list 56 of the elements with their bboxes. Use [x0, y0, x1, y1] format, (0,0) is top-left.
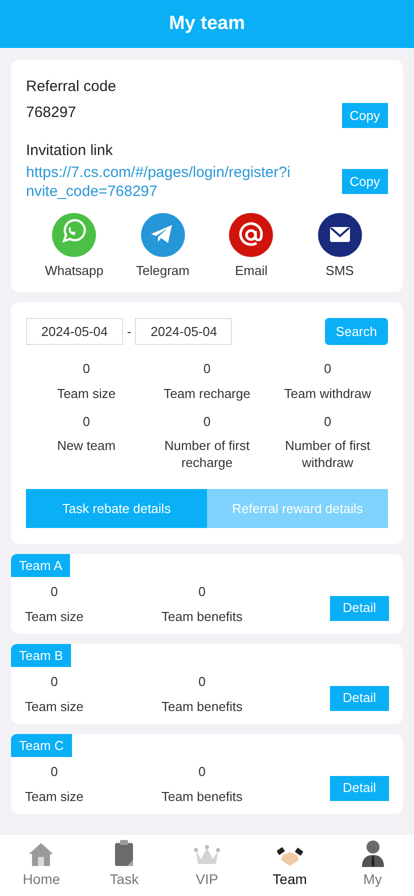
person-icon	[360, 839, 385, 867]
stat-label: Team recharge	[162, 384, 252, 402]
team-tag: Team C	[11, 734, 72, 757]
field-label: Invitation link	[26, 141, 114, 161]
team-benefits-value: 0	[198, 583, 206, 601]
date-field[interactable]: 2024-05-04	[26, 318, 123, 345]
nav-tab[interactable]: Task	[82, 835, 166, 896]
page-title: My team	[168, 12, 246, 36]
search-button[interactable]: Search	[324, 318, 388, 345]
stat-label: Team size	[56, 384, 117, 402]
nav-tab[interactable]: Team	[248, 835, 332, 896]
stat-label: Number of first withdraw	[284, 437, 372, 471]
team-tag: Team B	[11, 644, 72, 667]
team-size-label: Team size	[25, 698, 84, 716]
stat-value: 0	[324, 360, 332, 378]
nav-tab[interactable]: VIP	[166, 835, 248, 896]
team-benefits-label: Team benefits	[162, 788, 242, 806]
stat-value: 0	[82, 360, 90, 378]
team-size-label: Team size	[25, 608, 84, 626]
share-button[interactable]: Whatsapp	[34, 212, 114, 280]
copy-button[interactable]: Copy	[342, 168, 388, 194]
details-tab[interactable]: Task rebate details	[26, 489, 207, 528]
team-tag: Team A	[11, 554, 70, 577]
stat-value: 0	[203, 412, 211, 430]
field-label: Referral code	[26, 77, 118, 97]
stat-label: New team	[56, 437, 117, 454]
handshake-icon	[276, 847, 303, 867]
detail-button[interactable]: Detail	[330, 686, 389, 710]
team-size-label: Team size	[25, 788, 84, 806]
nav-tab[interactable]: Home	[0, 835, 83, 896]
date-field[interactable]: 2024-05-04	[135, 318, 232, 345]
team-benefits-value: 0	[198, 763, 206, 781]
stat-label: Team withdraw	[283, 384, 372, 402]
team-size-value: 0	[50, 673, 58, 691]
referral-code: 768297	[26, 103, 76, 123]
detail-button[interactable]: Detail	[330, 596, 389, 620]
stat-value: 0	[82, 412, 90, 430]
team-benefits-label: Team benefits	[162, 608, 242, 626]
stat-value: 0	[203, 360, 211, 378]
invitation-link[interactable]: https://7.cs.com/#/pages/login/register?invite_code=768297	[26, 162, 298, 200]
clipboard-icon	[113, 839, 136, 867]
stat-label: Number of first recharge	[163, 437, 251, 471]
crown-icon	[194, 845, 220, 867]
team-size-value: 0	[50, 763, 58, 781]
date-separator: -	[127, 322, 132, 341]
share-button[interactable]: SMS	[300, 212, 380, 280]
stat-value: 0	[324, 412, 332, 430]
detail-button[interactable]: Detail	[330, 776, 389, 800]
nav-tab[interactable]: My	[331, 835, 414, 896]
team-size-value: 0	[50, 583, 58, 601]
copy-button[interactable]: Copy	[342, 102, 388, 128]
house-icon	[27, 841, 56, 867]
team-benefits-value: 0	[198, 673, 206, 691]
team-benefits-label: Team benefits	[162, 698, 242, 716]
share-button[interactable]: Telegram	[122, 212, 203, 280]
share-button[interactable]: Email	[211, 212, 292, 280]
